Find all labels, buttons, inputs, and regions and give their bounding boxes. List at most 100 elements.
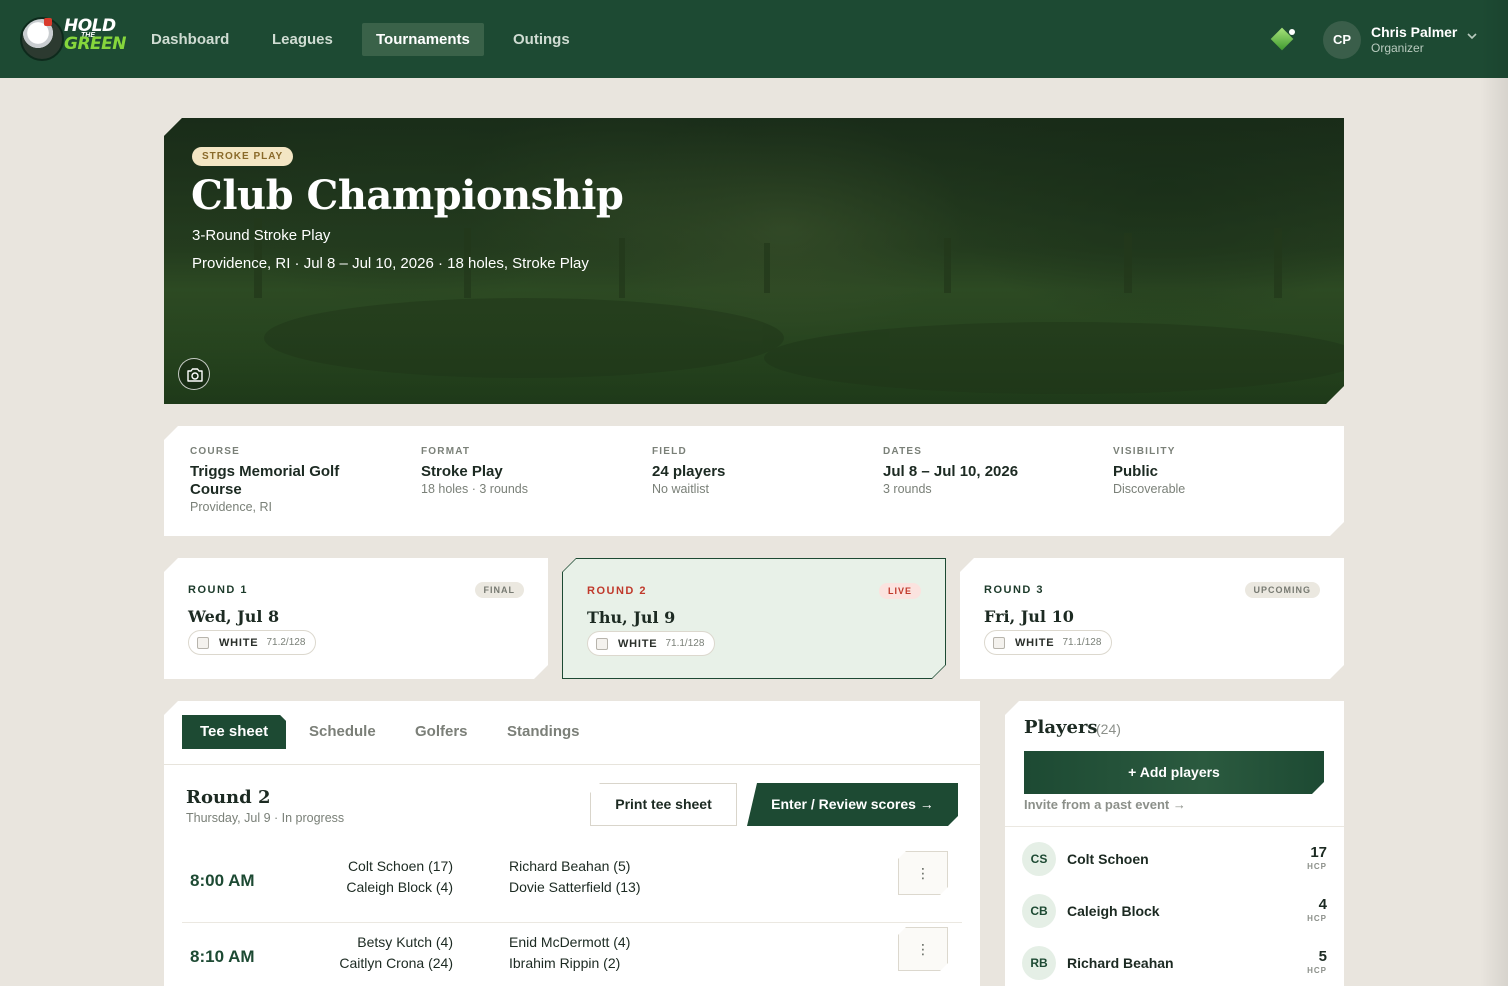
- player-entry[interactable]: Enid McDermott (4): [509, 932, 729, 953]
- tee-rating: 71.1/128: [1062, 637, 1102, 648]
- pairing-left: Colt Schoen (17) Caleigh Block (4): [282, 856, 453, 898]
- status-badge: FINAL: [475, 582, 525, 598]
- player-name: Colt Schoen: [1067, 851, 1149, 867]
- info-field: FIELD 24 players No waitlist: [652, 446, 852, 496]
- logo-text-green: GREEN: [64, 34, 127, 54]
- player-name: Caleigh Block: [1067, 903, 1160, 919]
- hcp-label: HCP: [1307, 914, 1327, 923]
- add-players-button[interactable]: + Add players: [1024, 751, 1324, 794]
- info-value: 24 players: [652, 463, 726, 480]
- players-title: Players: [1024, 717, 1098, 738]
- info-sub: Providence, RI: [190, 500, 272, 514]
- info-sub: 18 holes · 3 rounds: [421, 482, 529, 496]
- player-name: Richard Beahan: [1067, 955, 1174, 971]
- player-entry[interactable]: Betsy Kutch (4): [282, 932, 453, 953]
- nav-tournaments[interactable]: Tournaments: [362, 23, 484, 56]
- player-entry[interactable]: Caleigh Block (4): [282, 877, 453, 898]
- tee-color-swatch: [197, 637, 209, 649]
- section-title: Round 2: [186, 787, 271, 808]
- info-value: Stroke Play: [421, 463, 503, 480]
- info-value: Public: [1113, 463, 1159, 480]
- info-sub: No waitlist: [652, 482, 709, 496]
- info-label: FORMAT: [421, 446, 471, 457]
- invite-past-event-link[interactable]: Invite from a past event →: [1024, 797, 1186, 812]
- section-subtitle: Thursday, Jul 9 · In progress: [186, 811, 345, 825]
- round-label: ROUND 3: [984, 584, 1045, 596]
- tab-tee-sheet[interactable]: Tee sheet: [182, 715, 286, 749]
- info-label: DATES: [883, 446, 923, 457]
- tabs-divider: [164, 764, 980, 765]
- tournament-info-card: COURSE Triggs Memorial Golf Course Provi…: [164, 426, 1344, 536]
- page-edge-shadow: [1480, 0, 1508, 986]
- tee-name: WHITE: [219, 636, 259, 649]
- tee-color-swatch: [993, 637, 1005, 649]
- info-label: COURSE: [190, 446, 240, 457]
- user-name[interactable]: Chris Palmer: [1371, 24, 1457, 40]
- round-card-1[interactable]: ROUND 1 FINAL Wed, Jul 8 WHITE 71.2/128: [164, 558, 548, 679]
- nav-outings[interactable]: Outings: [499, 23, 584, 56]
- top-nav: HOLD THE GREEN Dashboard Leagues Tournam…: [0, 0, 1508, 78]
- nav-dashboard[interactable]: Dashboard: [137, 23, 243, 56]
- change-cover-button[interactable]: [178, 358, 210, 390]
- info-course: COURSE Triggs Memorial Golf Course Provi…: [190, 446, 390, 514]
- player-hcp: 5: [1318, 948, 1327, 965]
- more-options-button[interactable]: ⋮: [898, 851, 948, 895]
- info-label: FIELD: [652, 446, 687, 457]
- tee-chip: WHITE 71.2/128: [188, 630, 316, 655]
- status-badge: LIVE: [879, 583, 921, 599]
- avatar: CS: [1022, 842, 1056, 876]
- round-label: ROUND 1: [188, 584, 249, 596]
- tab-golfers[interactable]: Golfers: [397, 715, 486, 749]
- info-dates: DATES Jul 8 – Jul 10, 2026 3 rounds: [883, 446, 1083, 496]
- round-card-3[interactable]: ROUND 3 UPCOMING Fri, Jul 10 WHITE 71.1/…: [960, 558, 1344, 679]
- tee-sheet-panel: Tee sheet Schedule Golfers Standings Rou…: [164, 701, 980, 986]
- tee-rating: 71.1/128: [665, 638, 705, 649]
- print-tee-sheet-button[interactable]: Print tee sheet: [590, 783, 737, 826]
- tournament-meta: Providence, RI · Jul 8 – Jul 10, 2026 · …: [192, 255, 589, 272]
- tournament-subtitle: 3-Round Stroke Play: [192, 227, 331, 244]
- user-role: Organizer: [1371, 41, 1424, 55]
- player-entry[interactable]: Richard Beahan (5): [509, 856, 729, 877]
- more-options-button[interactable]: ⋮: [898, 927, 948, 971]
- list-item[interactable]: CB Caleigh Block 4 HCP: [1022, 892, 1327, 932]
- avatar: CB: [1022, 894, 1056, 928]
- golf-ball-icon: [20, 17, 64, 61]
- tee-name: WHITE: [618, 637, 658, 650]
- app-logo[interactable]: HOLD THE GREEN: [18, 14, 127, 64]
- player-entry[interactable]: Caitlyn Crona (24): [282, 953, 453, 974]
- tab-schedule[interactable]: Schedule: [291, 715, 394, 749]
- chevron-down-icon[interactable]: [1466, 30, 1478, 45]
- gem-icon[interactable]: [1270, 27, 1295, 51]
- tee-name: WHITE: [1015, 636, 1055, 649]
- pairing-left: Betsy Kutch (4) Caitlyn Crona (24): [282, 932, 453, 974]
- table-row: 8:00 AM Colt Schoen (17) Caleigh Block (…: [182, 847, 962, 923]
- round-date: Wed, Jul 8: [188, 607, 280, 626]
- round-date: Fri, Jul 10: [984, 607, 1074, 626]
- nav-leagues[interactable]: Leagues: [258, 23, 347, 56]
- info-visibility: VISIBILITY Public Discoverable: [1113, 446, 1313, 496]
- round-label: ROUND 2: [587, 585, 648, 597]
- list-item[interactable]: CS Colt Schoen 17 HCP: [1022, 840, 1327, 880]
- info-sub: 3 rounds: [883, 482, 932, 496]
- tee-chip: WHITE 71.1/128: [984, 630, 1112, 655]
- enter-scores-button[interactable]: Enter / Review scores →: [747, 783, 958, 826]
- round-card-2[interactable]: ROUND 2 LIVE Thu, Jul 9 WHITE 71.1/128: [562, 558, 946, 679]
- info-value: Triggs Memorial Golf Course: [190, 463, 340, 498]
- notification-dot: [1289, 29, 1295, 35]
- info-format: FORMAT Stroke Play 18 holes · 3 rounds: [421, 446, 621, 496]
- table-row: 8:10 AM Betsy Kutch (4) Caitlyn Crona (2…: [182, 923, 962, 986]
- player-entry[interactable]: Colt Schoen (17): [282, 856, 453, 877]
- list-item[interactable]: RB Richard Beahan 5 HCP: [1022, 944, 1327, 984]
- tournament-title: Club Championship: [191, 172, 624, 219]
- avatar: RB: [1022, 946, 1056, 980]
- tab-standings[interactable]: Standings: [489, 715, 598, 749]
- players-count: (24): [1096, 721, 1121, 737]
- tee-rating: 71.2/128: [266, 637, 306, 648]
- user-avatar[interactable]: CP: [1323, 21, 1361, 59]
- players-divider: [1005, 826, 1344, 827]
- player-entry[interactable]: Ibrahim Rippin (2): [509, 953, 729, 974]
- player-entry[interactable]: Dovie Satterfield (13): [509, 877, 729, 898]
- format-badge: STROKE PLAY: [192, 147, 293, 166]
- player-hcp: 17: [1310, 844, 1327, 861]
- tee-time: 8:00 AM: [190, 871, 255, 890]
